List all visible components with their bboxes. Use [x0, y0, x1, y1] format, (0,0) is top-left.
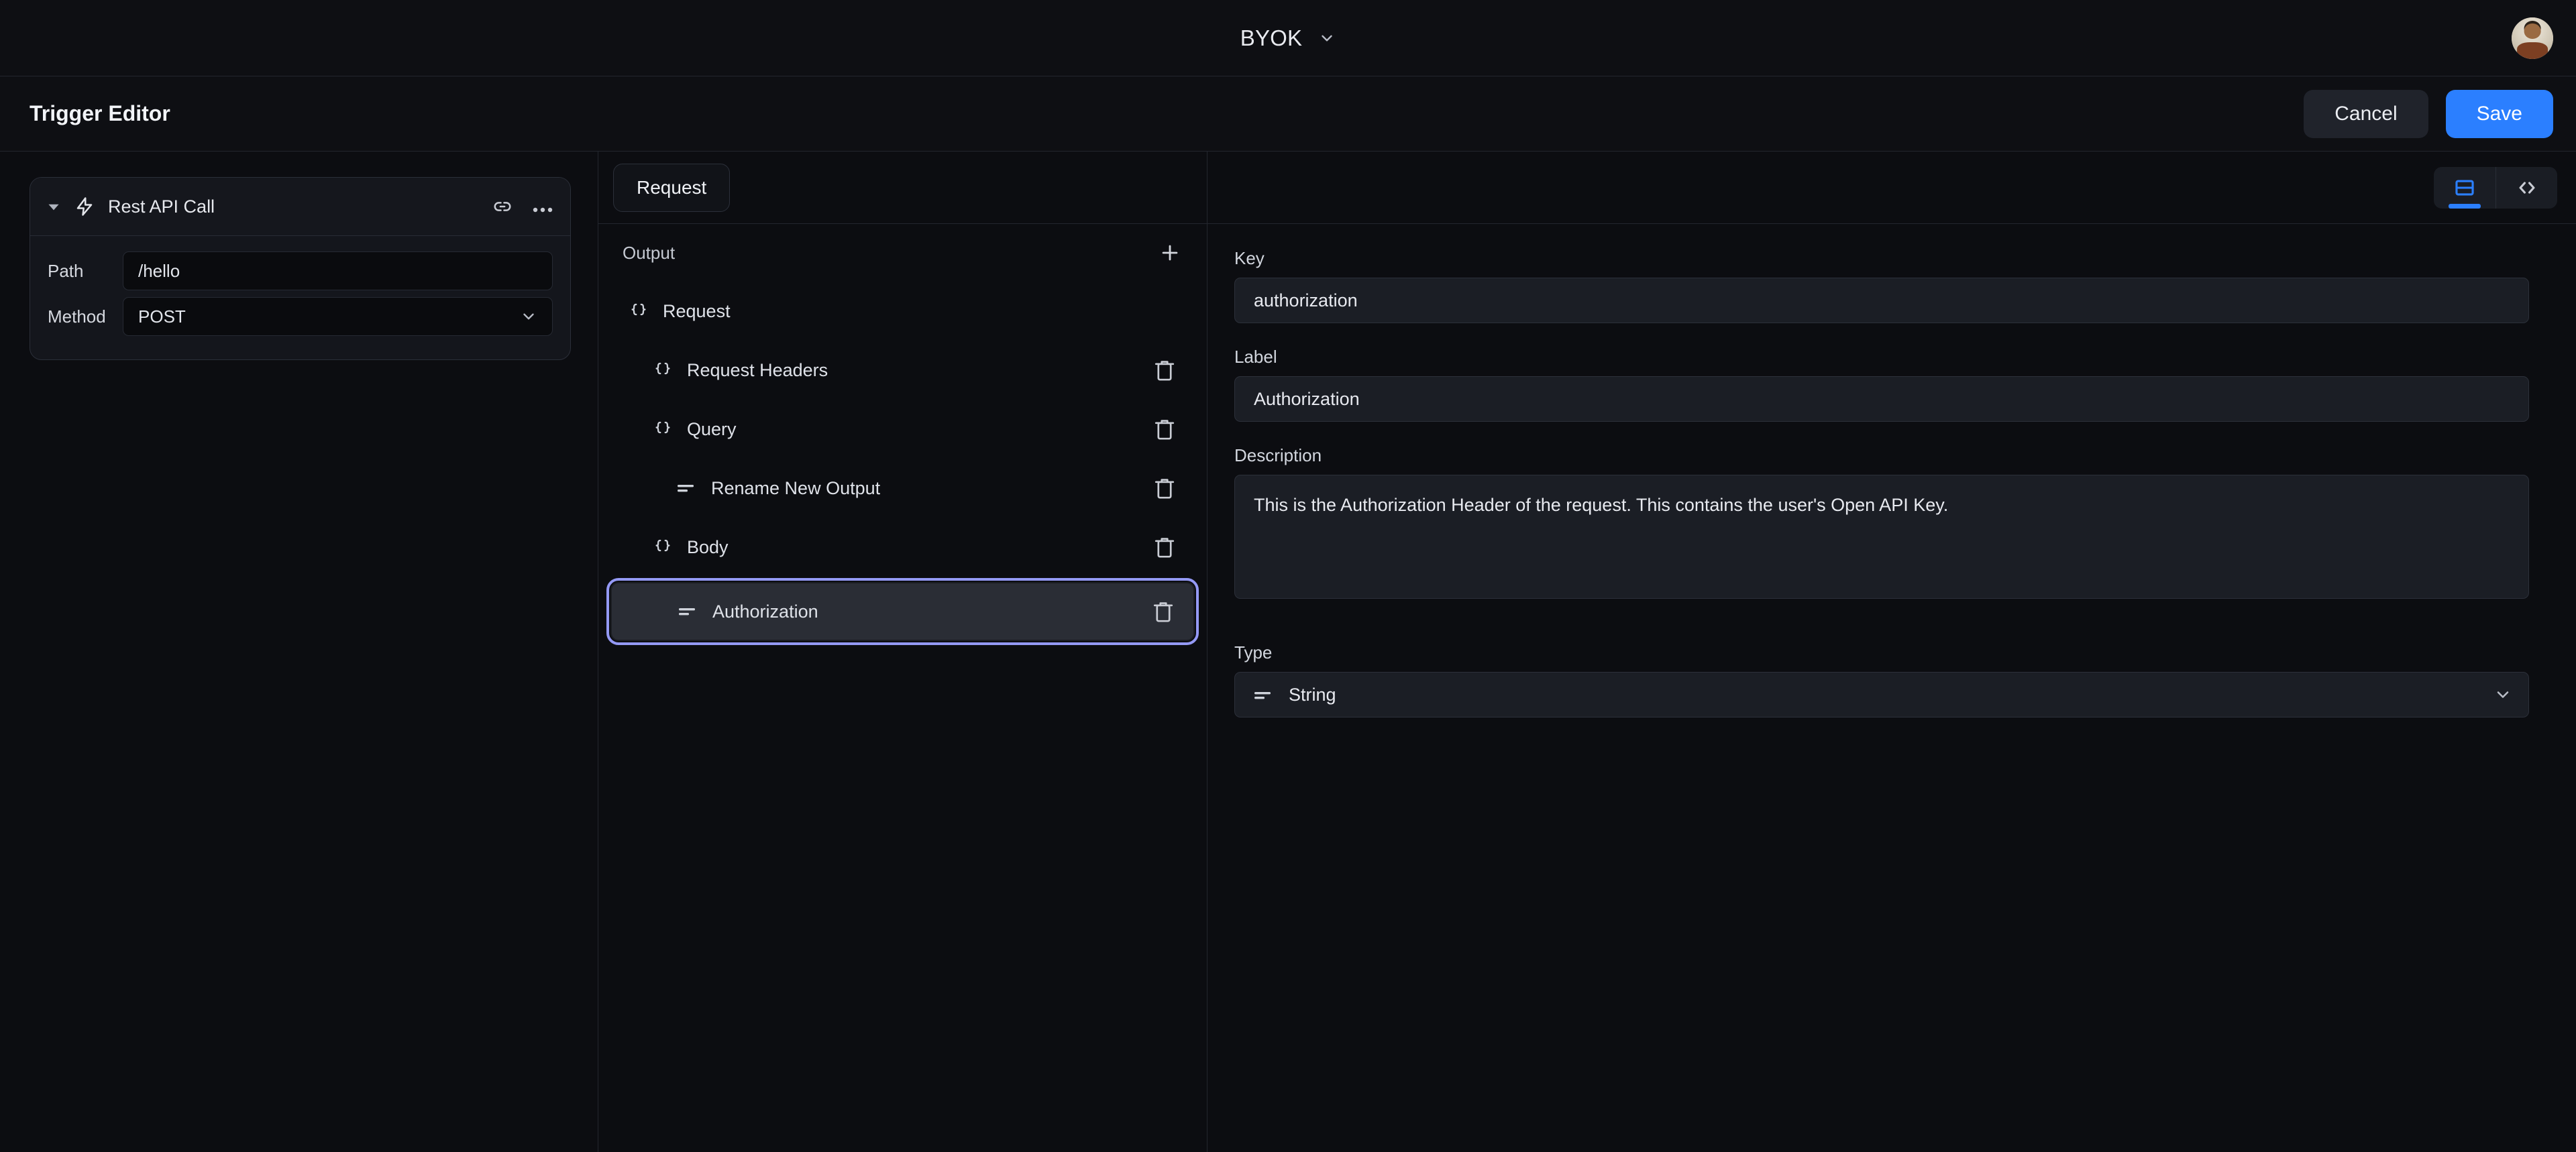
tree-row-label: Request Headers: [687, 360, 828, 381]
detail-form: Key authorization Label Authorization De…: [1208, 224, 2576, 741]
tree-row[interactable]: Body: [610, 518, 1195, 577]
output-tree-list: Request Request Headers Query: [598, 282, 1207, 646]
braces-icon: [648, 360, 678, 380]
type-field-label: Type: [1234, 642, 2529, 663]
cancel-button[interactable]: Cancel: [2304, 90, 2428, 138]
tab-request[interactable]: Request: [613, 164, 730, 212]
tree-row-label: Body: [687, 537, 729, 558]
tree-row[interactable]: Request: [610, 282, 1195, 341]
app-topbar: BYOK: [0, 0, 2576, 76]
description-textarea[interactable]: This is the Authorization Header of the …: [1234, 475, 2529, 599]
subheader-actions: Cancel Save: [2304, 90, 2553, 138]
tree-row-authorization[interactable]: Authorization: [610, 582, 1195, 641]
tree-row-selected-wrapper: Authorization: [610, 577, 1195, 646]
method-select-value: POST: [138, 306, 186, 327]
label-input-value: Authorization: [1254, 389, 1360, 410]
workspace-title: BYOK: [1240, 25, 1303, 51]
flow-canvas[interactable]: Rest API Call Path /hello: [0, 152, 598, 1152]
link-icon[interactable]: [492, 196, 513, 217]
avatar[interactable]: [2512, 17, 2553, 59]
trash-icon[interactable]: [1153, 475, 1176, 501]
description-field-group: Description This is the Authorization He…: [1234, 445, 2529, 599]
trash-icon[interactable]: [1153, 416, 1176, 442]
key-field-label: Key: [1234, 248, 2529, 269]
save-button[interactable]: Save: [2446, 90, 2553, 138]
plus-icon[interactable]: [1157, 240, 1183, 266]
node-body: Path /hello Method POST: [30, 236, 570, 359]
page-title: Trigger Editor: [30, 101, 170, 126]
node-rest-api-call[interactable]: Rest API Call Path /hello: [30, 177, 571, 360]
path-input[interactable]: /hello: [123, 251, 553, 290]
chevron-down-icon: [1318, 30, 1336, 47]
trash-icon[interactable]: [1153, 534, 1176, 560]
path-input-value: /hello: [138, 261, 180, 282]
trash-icon[interactable]: [1153, 357, 1176, 383]
main-area: Rest API Call Path /hello: [0, 152, 2576, 1152]
code-brackets-icon[interactable]: [2496, 167, 2557, 209]
type-select-value: String: [1289, 685, 1336, 705]
equals-icon: [672, 483, 702, 494]
equals-icon: [1254, 685, 1274, 705]
more-horizontal-icon[interactable]: [533, 204, 553, 209]
tree-row[interactable]: Query: [610, 400, 1195, 459]
chevron-down-icon: [2493, 685, 2512, 704]
key-input-value: authorization: [1254, 290, 1358, 311]
chevron-down-icon: [520, 308, 537, 325]
node-header-actions: [492, 196, 553, 217]
equals-icon: [674, 606, 703, 617]
caret-down-icon[interactable]: [45, 198, 62, 215]
output-section-label: Output: [623, 243, 675, 264]
field-detail-panel: Key authorization Label Authorization De…: [1208, 152, 2576, 1152]
output-section-header: Output: [598, 224, 1207, 282]
tree-tabbar: Request: [598, 152, 1207, 224]
workspace-switcher[interactable]: BYOK: [1240, 25, 1336, 51]
description-field-label: Description: [1234, 445, 2529, 466]
tree-row-label: Request: [663, 301, 731, 322]
label-input[interactable]: Authorization: [1234, 376, 2529, 422]
tree-row[interactable]: Rename New Output: [610, 459, 1195, 518]
node-field-path: Path /hello: [48, 248, 553, 294]
rows-layout-icon[interactable]: [2434, 167, 2496, 209]
editor-subheader: Trigger Editor Cancel Save: [0, 76, 2576, 152]
lightning-bolt-icon: [74, 196, 95, 217]
label-field-label: Label: [1234, 347, 2529, 367]
node-field-method: Method POST: [48, 294, 553, 339]
tree-row[interactable]: Request Headers: [610, 341, 1195, 400]
avatar-image: [2512, 17, 2553, 59]
output-tree-panel: Request Output Request Request Headers: [598, 152, 1208, 1152]
node-title: Rest API Call: [108, 196, 215, 217]
label-field-group: Label Authorization: [1234, 347, 2529, 422]
braces-icon: [648, 537, 678, 557]
node-header[interactable]: Rest API Call: [30, 178, 570, 236]
node-field-path-label: Path: [48, 261, 109, 282]
braces-icon: [624, 301, 653, 321]
tree-row-label: Rename New Output: [711, 478, 880, 499]
tree-row-label: Authorization: [712, 601, 818, 622]
braces-icon: [648, 419, 678, 439]
tree-row-label: Query: [687, 419, 737, 440]
type-field-group: Type String: [1234, 642, 2529, 717]
key-field-group: Key authorization: [1234, 248, 2529, 323]
node-field-method-label: Method: [48, 306, 109, 327]
view-mode-toggle: [2434, 167, 2557, 209]
trash-icon[interactable]: [1152, 599, 1175, 624]
detail-toolbar: [1208, 152, 2576, 224]
method-select[interactable]: POST: [123, 297, 553, 336]
type-select[interactable]: String: [1234, 672, 2529, 717]
key-input[interactable]: authorization: [1234, 278, 2529, 323]
